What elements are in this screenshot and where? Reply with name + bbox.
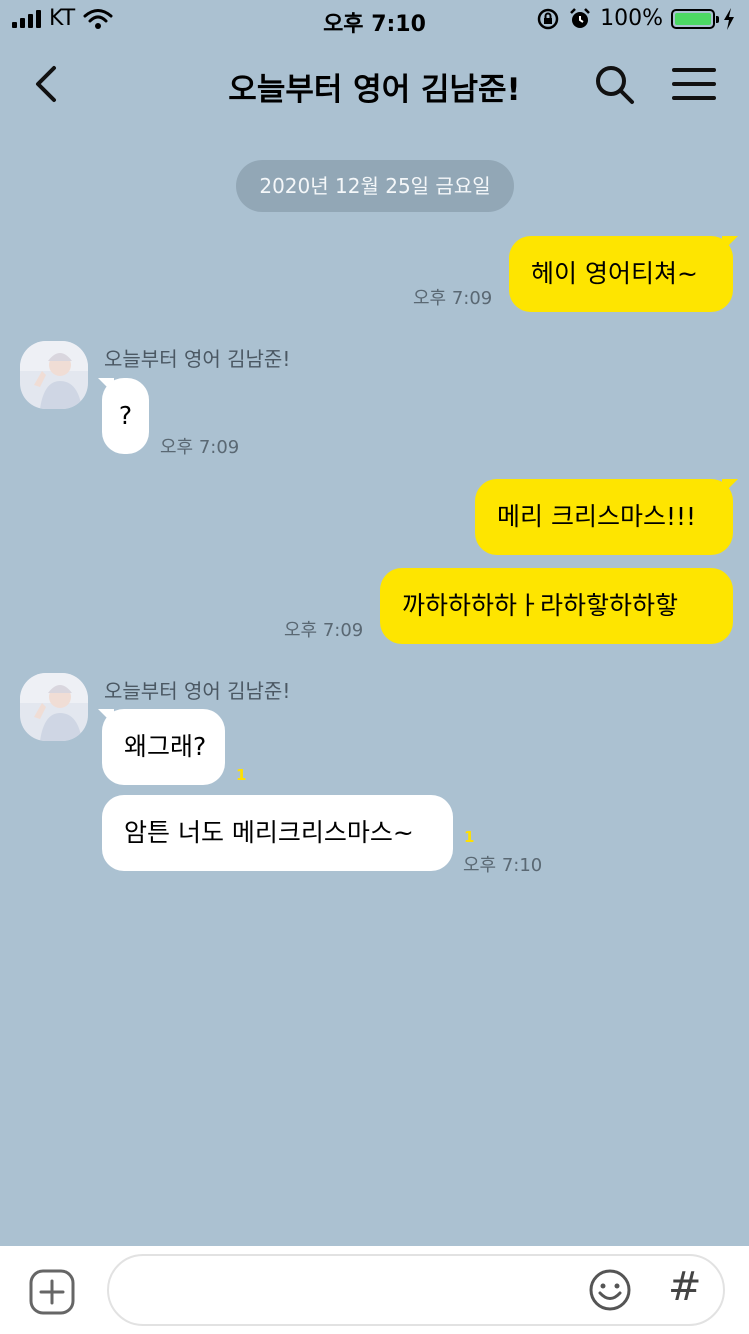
bubble-tail	[722, 479, 738, 495]
sender-name: 오늘부터 영어 김남준!	[104, 679, 291, 703]
message-text: 왜그래?	[124, 732, 207, 761]
their-message-bubble[interactable]: 왜그래?	[102, 709, 225, 785]
battery-icon	[671, 8, 719, 29]
their-message-bubble[interactable]: 암튼 너도 메리크리스마스~	[102, 795, 453, 871]
unread-count: 1	[236, 766, 247, 784]
bubble-tail	[98, 378, 114, 394]
message-time: 오후 7:09	[284, 620, 364, 641]
message-time: 오후 7:10	[463, 855, 543, 876]
status-right: 100%	[536, 6, 735, 31]
bubble-tail	[98, 709, 114, 725]
rotation-lock-icon	[537, 8, 559, 29]
input-bar: #	[0, 1246, 749, 1334]
sender-name: 오늘부터 영어 김남준!	[104, 347, 291, 371]
avatar-image	[20, 673, 88, 741]
message-text: 암튼 너도 메리크리스마스~	[124, 818, 414, 847]
hash-icon[interactable]: #	[668, 1264, 702, 1310]
alarm-icon	[570, 7, 590, 28]
battery-percent: 100%	[600, 6, 663, 31]
message-time: 오후 7:09	[160, 437, 240, 458]
avatar[interactable]	[20, 341, 88, 409]
chat-header: 오늘부터 영어 김남준!	[0, 42, 749, 128]
date-divider: 2020년 12월 25일 금요일	[236, 160, 514, 212]
message-text: 까하하하하ㅏ라하핳하하핳	[402, 591, 679, 620]
menu-icon[interactable]	[670, 64, 718, 104]
charging-icon	[724, 7, 734, 30]
message-time: 오후 7:09	[413, 288, 493, 309]
avatar[interactable]	[20, 673, 88, 741]
my-message-bubble[interactable]: 메리 크리스마스!!!	[475, 479, 733, 555]
unread-count: 1	[464, 828, 475, 846]
message-text: 메리 크리스마스!!!	[497, 502, 697, 531]
emoji-icon[interactable]	[588, 1268, 632, 1312]
status-bar: KT 오후 7:10 100%	[0, 0, 749, 42]
plus-icon[interactable]	[28, 1268, 76, 1316]
message-text: 헤이 영어티쳐~	[531, 259, 698, 288]
message-input[interactable]	[107, 1254, 725, 1326]
bubble-tail	[722, 236, 738, 252]
avatar-image	[20, 341, 88, 409]
my-message-bubble[interactable]: 까하하하하ㅏ라하핳하하핳	[380, 568, 733, 644]
my-message-bubble[interactable]: 헤이 영어티쳐~	[509, 236, 733, 312]
message-text: ?	[118, 401, 133, 430]
search-icon[interactable]	[592, 62, 638, 108]
